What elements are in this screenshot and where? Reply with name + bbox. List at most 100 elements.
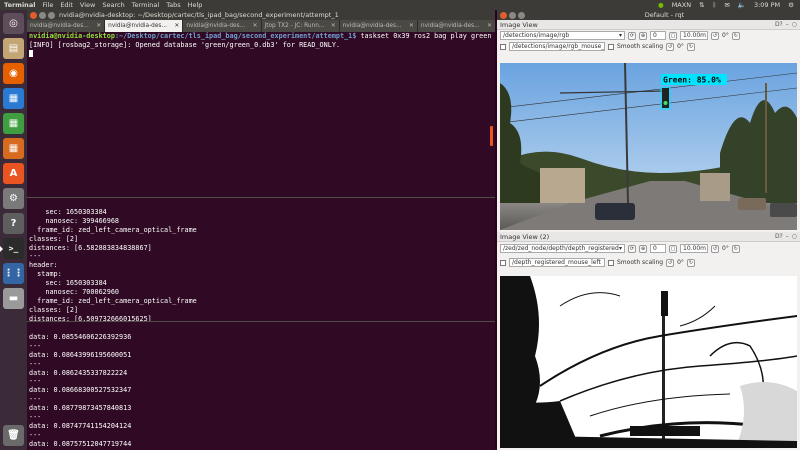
browser-icon[interactable]: ◉ bbox=[3, 63, 24, 84]
fit-icon[interactable]: ▢ bbox=[669, 244, 677, 253]
zoom-icon[interactable]: ⊕ bbox=[639, 31, 647, 40]
rotate-left-icon[interactable]: ↺ bbox=[711, 31, 719, 40]
rqt-titlebar[interactable]: Default - rqt bbox=[497, 10, 800, 20]
image-view-2-toolbar: /zed/zed_node/depth/depth_registered ▾ ⟳ … bbox=[497, 243, 800, 254]
terminal-icon[interactable]: >_ bbox=[0, 238, 24, 259]
close-icon[interactable] bbox=[500, 11, 507, 19]
output-line: data: 0.08779873457840813 bbox=[29, 404, 132, 413]
image-view-1-options: /detections/image/rgb_mouse_left Smooth … bbox=[497, 41, 800, 52]
menu-tabs[interactable]: Tabs bbox=[166, 1, 180, 9]
dash-icon[interactable]: – bbox=[786, 21, 789, 28]
fit-icon[interactable]: ▢ bbox=[669, 31, 677, 40]
menu-help[interactable]: Help bbox=[188, 1, 203, 9]
maximize-icon[interactable] bbox=[48, 11, 55, 19]
close-icon[interactable]: ○ bbox=[792, 233, 797, 240]
settings-icon[interactable]: ⚙ bbox=[3, 188, 24, 209]
detection-label: Green: 85.0% bbox=[663, 76, 721, 85]
rotate-left-icon[interactable]: ↺ bbox=[711, 244, 719, 253]
mail-icon[interactable]: ✉ bbox=[724, 1, 729, 9]
depth-image[interactable] bbox=[500, 276, 797, 448]
rotate-right-icon[interactable]: ↻ bbox=[731, 31, 740, 40]
menu-file[interactable]: File bbox=[42, 1, 53, 9]
mouse-topic-field[interactable]: /detections/image/rgb_mouse_left bbox=[509, 42, 605, 51]
smooth-scaling-checkbox[interactable] bbox=[608, 43, 614, 50]
bluetooth-icon[interactable]: ᛒ bbox=[713, 1, 717, 9]
power-mode[interactable]: MAXN bbox=[672, 1, 691, 9]
tab-3[interactable]: nvidia@nvidia-des... ✕ bbox=[183, 20, 261, 32]
tab-4[interactable]: Jtop TX2 - JC: Runn... ✕ bbox=[261, 20, 339, 32]
cursor-line bbox=[27, 50, 495, 59]
terminal-tabs: nvidia@nvidia-des... ✕ nvidia@nvidia-des.… bbox=[27, 20, 495, 32]
volume-icon[interactable]: 🔈 bbox=[738, 1, 746, 9]
clock[interactable]: 3:09 PM bbox=[754, 1, 780, 9]
menu-view[interactable]: View bbox=[80, 1, 95, 9]
tab-5[interactable]: nvidia@nvidia-des... ✕ bbox=[339, 20, 417, 32]
software-icon[interactable]: A bbox=[3, 163, 24, 184]
network-icon[interactable]: ⇅ bbox=[699, 1, 704, 9]
minimize-icon[interactable] bbox=[39, 11, 46, 19]
distance-field[interactable]: 10.00m bbox=[680, 244, 708, 253]
terminal-window-3[interactable]: data: 0.08554606226392936 --- data: 0.0864… bbox=[27, 322, 495, 450]
mouse-topic-field[interactable]: /depth_registered_mouse_left bbox=[509, 258, 605, 267]
help-icon[interactable]: D? bbox=[775, 21, 783, 28]
output-line: data: 0.0862435337822224 bbox=[29, 368, 128, 377]
output-line: data: 0.08747741154204124 bbox=[29, 421, 132, 430]
tab-6[interactable]: nvidia@nvidia-des... ✕ bbox=[417, 20, 495, 32]
menu-terminal[interactable]: Terminal bbox=[132, 1, 159, 9]
rotate-right-icon[interactable]: ↻ bbox=[731, 244, 740, 253]
output-line: data: 0.08643996195600051 bbox=[29, 350, 132, 359]
close-icon[interactable]: ○ bbox=[792, 21, 797, 28]
refresh-icon[interactable]: ⟳ bbox=[628, 244, 636, 253]
topic-combo[interactable]: /detections/image/rgb ▾ bbox=[500, 31, 625, 40]
tab-2[interactable]: nvidia@nvidia-des... ✕ bbox=[105, 20, 183, 32]
menu-edit[interactable]: Edit bbox=[60, 1, 73, 9]
gear-icon[interactable]: ⚙ bbox=[788, 1, 794, 9]
mouse-publish-checkbox[interactable] bbox=[500, 43, 506, 50]
scrollbar[interactable] bbox=[490, 126, 493, 146]
help-icon[interactable]: D? bbox=[775, 233, 783, 240]
dash-icon[interactable]: – bbox=[786, 233, 789, 240]
output-line: data: 0.08757512047719744 bbox=[29, 439, 132, 448]
apps-grid-icon[interactable]: ⋮⋮ bbox=[3, 263, 24, 284]
topic-combo[interactable]: /zed/zed_node/depth/depth_registered ▾ bbox=[500, 244, 625, 253]
tab-1[interactable]: nvidia@nvidia-des... ✕ bbox=[27, 20, 105, 32]
minimize-icon[interactable] bbox=[509, 11, 516, 19]
terminal-window-2[interactable]: sec: 1650303384 nanosec: 399466968 frame… bbox=[27, 198, 495, 321]
rotate-right-icon[interactable]: ↻ bbox=[686, 258, 695, 267]
spin-box[interactable]: 0 bbox=[650, 244, 666, 253]
impress-icon[interactable]: ▦ bbox=[3, 138, 24, 159]
maximize-icon[interactable] bbox=[518, 11, 525, 19]
search-icon[interactable]: ◎ bbox=[3, 13, 24, 34]
rotate-left-icon[interactable]: ↺ bbox=[666, 42, 675, 51]
command-line: nvidia@nvidia-desktop:~/Desktop/cartec/t… bbox=[29, 32, 492, 40]
drive-icon[interactable]: ▬ bbox=[3, 288, 24, 309]
trash-icon[interactable]: 🗑 bbox=[3, 425, 24, 446]
output-line: --- bbox=[29, 359, 42, 368]
close-icon[interactable] bbox=[30, 11, 37, 19]
close-icon: ✕ bbox=[330, 23, 336, 29]
rgb-image[interactable]: Green: 85.0% bbox=[500, 63, 797, 230]
mouse-publish-checkbox[interactable] bbox=[500, 259, 506, 266]
output-line: nanosec: 399466968 bbox=[29, 216, 120, 225]
zoom-icon[interactable]: ⊕ bbox=[639, 244, 647, 253]
rotation-value: 0° bbox=[677, 43, 684, 50]
help-icon[interactable]: ? bbox=[3, 213, 24, 234]
refresh-icon[interactable]: ⟳ bbox=[628, 31, 636, 40]
rotate-right-icon[interactable]: ↻ bbox=[686, 42, 695, 51]
menu-search[interactable]: Search bbox=[102, 1, 124, 9]
rotation-value: 0° bbox=[677, 259, 684, 266]
smooth-scaling-label: Smooth scaling bbox=[617, 259, 664, 266]
rotate-left-icon[interactable]: ↺ bbox=[666, 258, 675, 267]
smooth-scaling-checkbox[interactable] bbox=[608, 259, 614, 266]
rqt-window[interactable]: Default - rqt Image View D? – ○ /detection… bbox=[497, 10, 800, 450]
terminal-titlebar[interactable]: nvidia@nvidia-desktop: ~/Desktop/cartec/… bbox=[27, 10, 495, 20]
distance-field[interactable]: 10.00m bbox=[680, 31, 708, 40]
output-line: sec: 1650303384 bbox=[29, 279, 107, 288]
writer-icon[interactable]: ▦ bbox=[3, 88, 24, 109]
nvidia-icon[interactable]: ● bbox=[658, 1, 664, 9]
terminal-window-1[interactable]: nvidia@nvidia-desktop: ~/Desktop/cartec/… bbox=[27, 10, 495, 197]
close-icon: ✕ bbox=[487, 23, 493, 29]
files-icon[interactable]: ▤ bbox=[3, 38, 24, 59]
calc-icon[interactable]: ▦ bbox=[3, 113, 24, 134]
spin-box[interactable]: 0 bbox=[650, 31, 666, 40]
